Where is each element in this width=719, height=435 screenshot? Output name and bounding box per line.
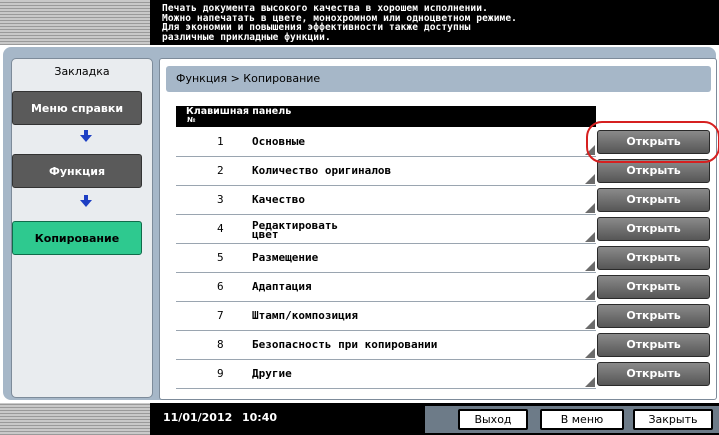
list-header-title: Клавишная панель <box>186 106 292 117</box>
to-menu-button[interactable]: В меню <box>540 409 624 430</box>
row-label: Основные <box>252 135 305 148</box>
list-item[interactable]: 4 Редактировать цвет <box>176 215 596 244</box>
row-number: 9 <box>217 367 224 380</box>
row-number: 1 <box>217 135 224 148</box>
sidebar-item-function[interactable]: Функция <box>12 154 142 188</box>
list-item[interactable]: 6 Адаптация <box>176 273 596 302</box>
exit-button[interactable]: Выход <box>458 409 528 430</box>
open-button-edit-color[interactable]: Открыть <box>597 217 710 241</box>
list-item[interactable]: 7 Штамп/композиция <box>176 302 596 331</box>
row-label: Качество <box>252 193 305 206</box>
row-label: Количество оригиналов <box>252 164 392 177</box>
help-message: Печать документа высокого качества в хор… <box>162 3 517 43</box>
row-number: 4 <box>217 222 224 235</box>
corner-icon <box>585 203 595 213</box>
date-display: 11/01/2012 <box>163 411 233 424</box>
row-label: Другие <box>252 367 292 380</box>
list-header-number: № <box>187 116 196 124</box>
corner-icon <box>585 319 595 329</box>
list-item[interactable]: 1 Основные <box>176 128 596 157</box>
row-label: Безопасность при копировании <box>252 338 438 351</box>
row-number: 3 <box>217 193 224 206</box>
open-button-other[interactable]: Открыть <box>597 362 710 386</box>
breadcrumb: Функция > Копирование <box>166 66 711 92</box>
top-left-pattern <box>0 0 150 45</box>
corner-icon <box>585 348 595 358</box>
row-number: 6 <box>217 280 224 293</box>
row-label: Редактировать цвет <box>252 219 339 241</box>
row-number: 8 <box>217 338 224 351</box>
list-item[interactable]: 3 Качество <box>176 186 596 215</box>
corner-icon <box>585 174 595 184</box>
row-number: 5 <box>217 251 224 264</box>
bottom-left-pattern <box>0 403 150 435</box>
list-item[interactable]: 8 Безопасность при копировании <box>176 331 596 360</box>
time-display: 10:40 <box>242 411 278 424</box>
open-button-adaptation[interactable]: Открыть <box>597 275 710 299</box>
open-button-security[interactable]: Открыть <box>597 333 710 357</box>
open-button-quality[interactable]: Открыть <box>597 188 710 212</box>
arrow-down-icon <box>80 130 92 142</box>
row-number: 7 <box>217 309 224 322</box>
sidebar-item-copy[interactable]: Копирование <box>12 221 142 255</box>
row-label: Адаптация <box>252 280 312 293</box>
row-label: Штамп/композиция <box>252 309 358 322</box>
row-number: 2 <box>217 164 224 177</box>
open-button-stamp[interactable]: Открыть <box>597 304 710 328</box>
close-button[interactable]: Закрыть <box>633 409 713 430</box>
list-header: Клавишная панель № <box>176 106 596 127</box>
corner-icon <box>585 377 595 387</box>
corner-icon <box>585 261 595 271</box>
highlight-circle <box>586 121 719 163</box>
sidebar-item-help-menu[interactable]: Меню справки <box>12 91 142 125</box>
list-item[interactable]: 5 Размещение <box>176 244 596 273</box>
sidebar-title: Закладка <box>54 65 110 78</box>
arrow-down-icon <box>80 195 92 207</box>
corner-icon <box>585 290 595 300</box>
list-item[interactable]: 9 Другие <box>176 360 596 389</box>
corner-icon <box>585 232 595 242</box>
list-item[interactable]: 2 Количество оригиналов <box>176 157 596 186</box>
row-label: Размещение <box>252 251 319 264</box>
open-button-layout[interactable]: Открыть <box>597 246 710 270</box>
